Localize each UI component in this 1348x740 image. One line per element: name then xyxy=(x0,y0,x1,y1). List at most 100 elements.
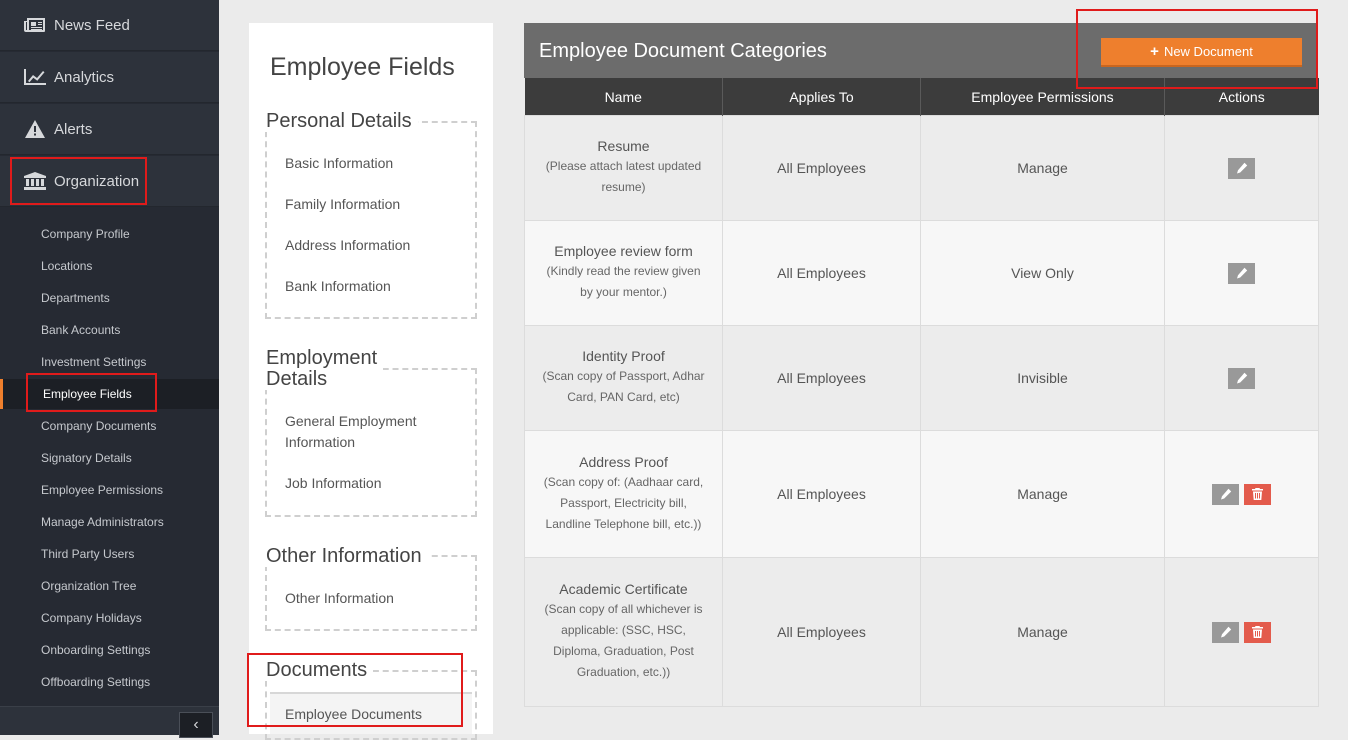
trash-icon xyxy=(1252,488,1263,500)
column-header-applies-to: Applies To xyxy=(722,78,921,116)
sidebar-footer: ‹ xyxy=(0,706,219,738)
collapse-sidebar-button[interactable]: ‹ xyxy=(179,712,213,738)
cell-applies-to: All Employees xyxy=(722,115,921,221)
cell-actions xyxy=(1164,557,1319,707)
nav-label: Alerts xyxy=(54,120,93,138)
document-description: (Scan copy of all whichever is applicabl… xyxy=(544,602,703,679)
table-row: Address Proof (Scan copy of: (Aadhaar ca… xyxy=(524,430,1319,558)
sidebar-item-manage-administrators[interactable]: Manage Administrators xyxy=(0,507,219,537)
sidebar-item-organization-tree[interactable]: Organization Tree xyxy=(0,571,219,601)
document-name: Academic Certificate xyxy=(559,581,688,597)
newspaper-icon xyxy=(24,16,46,34)
document-description: (Scan copy of Passport, Adhar Card, PAN … xyxy=(542,369,705,404)
nav-label: News Feed xyxy=(54,16,130,34)
nav-analytics[interactable]: Analytics xyxy=(0,52,219,103)
button-label: New Document xyxy=(1163,44,1253,59)
cell-permission: View Only xyxy=(920,220,1165,326)
panel-title: Employee Fields xyxy=(270,53,455,81)
document-name: Address Proof xyxy=(579,453,668,470)
cell-actions xyxy=(1164,430,1319,558)
delete-button[interactable] xyxy=(1244,483,1271,505)
cell-actions xyxy=(1164,115,1319,221)
link-employee-documents[interactable]: Employee Documents xyxy=(285,704,422,725)
group-title-line: Employment xyxy=(266,347,378,369)
column-header-actions: Actions xyxy=(1164,78,1319,116)
sidebar-item-company-documents[interactable]: Company Documents xyxy=(0,411,219,441)
sidebar-item-offboarding-settings[interactable]: Offboarding Settings xyxy=(0,667,219,697)
table-row: Resume (Please attach latest updated res… xyxy=(524,115,1319,221)
document-name: Identity Proof xyxy=(582,348,665,364)
trash-icon xyxy=(1252,626,1263,638)
sidebar-item-company-holidays[interactable]: Company Holidays xyxy=(0,603,219,633)
cell-name: Employee review form (Kindly read the re… xyxy=(524,220,723,326)
nav-organization[interactable]: Organization xyxy=(0,156,219,207)
document-description: (Kindly read the review given by your me… xyxy=(546,264,701,299)
sidebar-item-locations[interactable]: Locations xyxy=(0,251,219,281)
table-header-row: Name Applies To Employee Permissions Act… xyxy=(524,78,1319,116)
cell-actions xyxy=(1164,325,1319,431)
sidebar-item-bank-accounts[interactable]: Bank Accounts xyxy=(0,315,219,345)
link-address-information[interactable]: Address Information xyxy=(285,235,410,256)
link-basic-information[interactable]: Basic Information xyxy=(285,153,393,174)
column-header-name: Name xyxy=(524,78,723,116)
sidebar-item-company-profile[interactable]: Company Profile xyxy=(0,219,219,249)
edit-button[interactable] xyxy=(1212,621,1239,643)
cell-actions xyxy=(1164,220,1319,326)
cell-name: Resume (Please attach latest updated res… xyxy=(524,115,723,221)
warning-icon xyxy=(24,120,46,138)
chevron-left-icon: ‹ xyxy=(193,716,199,733)
cell-permission: Manage xyxy=(920,115,1165,221)
sidebar-item-investment-settings[interactable]: Investment Settings xyxy=(0,347,219,377)
nav-alerts[interactable]: Alerts xyxy=(0,104,219,155)
edit-button[interactable] xyxy=(1228,157,1255,179)
line-chart-icon xyxy=(24,68,46,86)
cell-permission: Manage xyxy=(920,557,1165,707)
group-title-personal-details: Personal Details xyxy=(264,111,418,132)
nav-label: Analytics xyxy=(54,68,115,86)
cell-applies-to: All Employees xyxy=(722,325,921,431)
group-title-employment-details: Employment Details xyxy=(264,347,384,390)
link-job-information[interactable]: Job Information xyxy=(285,473,382,494)
table-row: Identity Proof (Scan copy of Passport, A… xyxy=(524,325,1319,431)
nav-label: Organization xyxy=(54,172,140,190)
group-title-documents: Documents xyxy=(264,660,374,681)
cell-applies-to: All Employees xyxy=(722,557,921,707)
cell-permission: Manage xyxy=(920,430,1165,558)
document-categories-table: Name Applies To Employee Permissions Act… xyxy=(524,78,1319,707)
link-other-information[interactable]: Other Information xyxy=(285,588,394,609)
cell-name: Identity Proof (Scan copy of Passport, A… xyxy=(524,325,723,431)
pencil-icon xyxy=(1220,626,1231,638)
sidebar-item-onboarding-settings[interactable]: Onboarding Settings xyxy=(0,635,219,665)
link-family-information[interactable]: Family Information xyxy=(285,194,400,215)
sidebar-item-departments[interactable]: Departments xyxy=(0,283,219,313)
pencil-icon xyxy=(1220,488,1231,500)
cell-applies-to: All Employees xyxy=(722,430,921,558)
pencil-icon xyxy=(1236,267,1247,279)
sidebar-item-third-party-users[interactable]: Third Party Users xyxy=(0,539,219,569)
pencil-icon xyxy=(1236,372,1247,384)
sidebar-item-employee-fields[interactable]: Employee Fields xyxy=(0,379,219,409)
document-description: (Scan copy of: (Aadhaar card, Passport, … xyxy=(543,474,704,531)
sidebar-item-signatory-details[interactable]: Signatory Details xyxy=(0,443,219,473)
edit-button[interactable] xyxy=(1212,483,1239,505)
nav-news-feed[interactable]: News Feed xyxy=(0,0,219,51)
edit-button[interactable] xyxy=(1228,367,1255,389)
institution-icon xyxy=(24,172,46,190)
column-header-employee-permissions: Employee Permissions xyxy=(920,78,1165,116)
card-header: Employee Document Categories + New Docum… xyxy=(524,23,1318,78)
sidebar-item-employee-permissions[interactable]: Employee Permissions xyxy=(0,475,219,505)
link-general-employment-information[interactable]: General Employment Information xyxy=(285,411,445,453)
delete-button[interactable] xyxy=(1244,621,1271,643)
cell-name: Academic Certificate (Scan copy of all w… xyxy=(524,557,723,707)
table-row: Employee review form (Kindly read the re… xyxy=(524,220,1319,326)
cell-applies-to: All Employees xyxy=(722,220,921,326)
group-title-other-information: Other Information xyxy=(264,546,428,567)
document-name: Resume xyxy=(597,138,650,154)
pencil-icon xyxy=(1235,162,1247,174)
edit-button[interactable] xyxy=(1228,262,1255,284)
table-row: Academic Certificate (Scan copy of all w… xyxy=(524,557,1319,707)
link-bank-information[interactable]: Bank Information xyxy=(285,276,391,297)
new-document-button[interactable]: + New Document xyxy=(1101,38,1302,67)
plus-icon: + xyxy=(1150,43,1159,60)
document-categories-card: Employee Document Categories + New Docum… xyxy=(524,23,1319,707)
